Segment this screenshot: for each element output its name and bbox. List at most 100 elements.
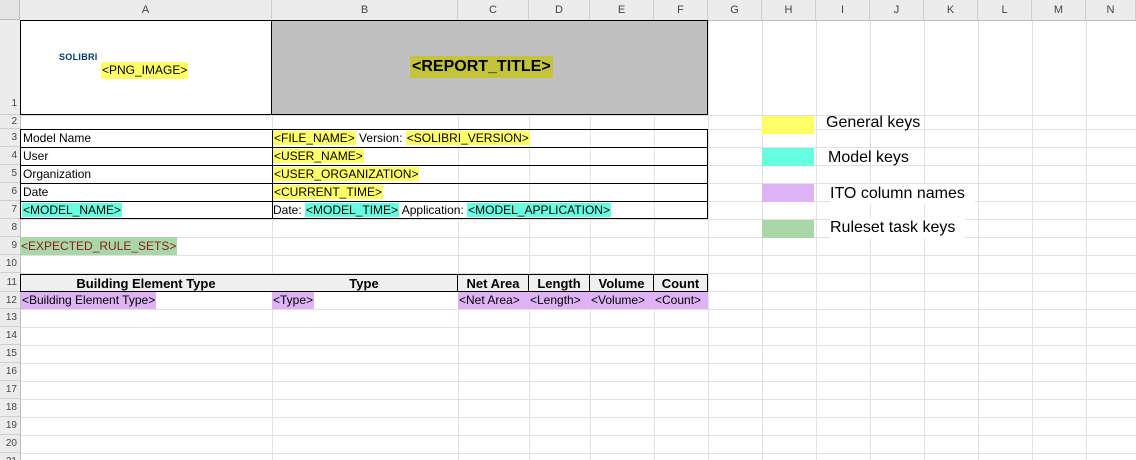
ito-header-net-area[interactable]: Net Area (458, 274, 529, 292)
version-label: Version: (359, 131, 403, 145)
model-name-key: <MODEL_NAME> (22, 203, 123, 217)
png-image-key: <PNG_IMAGE> (101, 62, 189, 79)
column-header-h[interactable]: H (762, 0, 816, 20)
ito-header-volume[interactable]: Volume (590, 274, 654, 292)
volume-key[interactable]: <Volume> (590, 292, 654, 309)
select-all-corner[interactable] (0, 0, 20, 20)
count-key[interactable]: <Count> (654, 292, 708, 309)
gridline-horizontal (0, 309, 1136, 310)
building-element-type-key[interactable]: <Building Element Type> (21, 292, 157, 309)
column-header-n[interactable]: N (1086, 0, 1136, 20)
gridline-vertical (708, 0, 709, 460)
model-time-key: <MODEL_TIME> (305, 203, 400, 217)
column-header-j[interactable]: J (870, 0, 924, 20)
info-row-model[interactable]: <MODEL_NAME> Date: <MODEL_TIME> Applicat… (21, 202, 707, 220)
date2-label: Date: (273, 203, 302, 217)
expected-rule-sets-cell[interactable]: <EXPECTED_RULE_SETS> (20, 237, 178, 255)
legend-label-model: Model keys (828, 149, 909, 166)
column-header-i[interactable]: I (816, 0, 870, 20)
column-header-d[interactable]: D (529, 0, 590, 20)
row-header-19[interactable]: 19 (0, 417, 20, 435)
legend-swatch-ito (762, 184, 814, 202)
legend-swatch-ruleset (762, 220, 814, 238)
column-header-k[interactable]: K (924, 0, 978, 20)
solibri-logo: SOLIBRI (59, 52, 98, 62)
ito-header-count[interactable]: Count (654, 274, 708, 292)
row-header-14[interactable]: 14 (0, 327, 20, 345)
length-key[interactable]: <Length> (529, 292, 590, 309)
row-header-6[interactable]: 6 (0, 183, 20, 201)
gridline-horizontal (0, 255, 1136, 256)
column-header-m[interactable]: M (1032, 0, 1086, 20)
row-header-4[interactable]: 4 (0, 147, 20, 165)
model-info-table: Model Name <FILE_NAME> Version: <SOLIBRI… (20, 129, 708, 219)
info-row-date[interactable]: Date <CURRENT_TIME> (21, 184, 707, 202)
row-header-bar: 1 2 3 4 5 6 7 8 9 10 11 12 13 14 15 16 1… (0, 20, 21, 460)
row-header-17[interactable]: 17 (0, 381, 20, 399)
gridline-horizontal (0, 345, 1136, 346)
report-title-cell[interactable]: <REPORT_TITLE> (271, 20, 708, 115)
column-header-g[interactable]: G (708, 0, 762, 20)
gridline-horizontal (0, 115, 1136, 116)
gridline-horizontal (0, 363, 1136, 364)
user-name-key: <USER_NAME> (273, 149, 364, 163)
gridline-vertical (816, 0, 817, 460)
type-key[interactable]: <Type> (272, 292, 315, 309)
logo-cell[interactable]: SOLIBRI <PNG_IMAGE> (20, 20, 272, 115)
legend-label-ito: ITO column names (830, 184, 975, 204)
column-header-e[interactable]: E (590, 0, 654, 20)
current-time-key: <CURRENT_TIME> (273, 185, 384, 199)
row-header-20[interactable]: 20 (0, 435, 20, 453)
ito-header-building-element-type[interactable]: Building Element Type (20, 274, 272, 292)
row-header-13[interactable]: 13 (0, 309, 20, 327)
model-name-label: Model Name (23, 131, 92, 145)
column-header-f[interactable]: F (654, 0, 708, 20)
user-organization-key: <USER_ORGANIZATION> (273, 167, 420, 181)
gridline-vertical (978, 0, 979, 460)
row-header-9[interactable]: 9 (0, 237, 20, 255)
ito-header-length[interactable]: Length (529, 274, 590, 292)
solibri-version-key: <SOLIBRI_VERSION> (405, 131, 530, 145)
row-header-3[interactable]: 3 (0, 129, 20, 147)
file-name-key: <FILE_NAME> (273, 131, 356, 145)
legend-label-ruleset: Ruleset task keys (830, 218, 966, 238)
gridline-horizontal (0, 399, 1136, 400)
info-row-model-name[interactable]: Model Name <FILE_NAME> Version: <SOLIBRI… (21, 130, 707, 148)
row-header-12[interactable]: 12 (0, 292, 20, 309)
row-header-11[interactable]: 11 (0, 273, 20, 292)
column-header-bar: A B C D E F G H I J K L M N (20, 0, 1136, 21)
date-label: Date (23, 185, 49, 199)
gridline-horizontal (0, 453, 1136, 454)
report-title-key: <REPORT_TITLE> (410, 56, 553, 78)
row-header-1[interactable]: 1 (0, 20, 20, 115)
net-area-key[interactable]: <Net Area> (458, 292, 529, 309)
column-header-c[interactable]: C (458, 0, 529, 20)
row-header-18[interactable]: 18 (0, 399, 20, 417)
row-header-8[interactable]: 8 (0, 219, 20, 237)
row-header-21[interactable]: 21 (0, 453, 20, 460)
legend-label-general: General keys (826, 114, 921, 131)
gridline-vertical (1086, 0, 1087, 460)
row-header-10[interactable]: 10 (0, 255, 20, 273)
gridline-vertical (1032, 0, 1033, 460)
row-header-15[interactable]: 15 (0, 345, 20, 363)
model-application-key: <MODEL_APPLICATION> (467, 203, 611, 217)
application-label: Application: (401, 203, 464, 217)
info-row-organization[interactable]: Organization <USER_ORGANIZATION> (21, 166, 707, 184)
info-row-user[interactable]: User <USER_NAME> (21, 148, 707, 166)
row-header-7[interactable]: 7 (0, 201, 20, 219)
row-header-16[interactable]: 16 (0, 363, 20, 381)
column-header-a[interactable]: A (20, 0, 272, 20)
gridline-horizontal (0, 417, 1136, 418)
legend-swatch-general (762, 116, 814, 134)
column-header-l[interactable]: L (978, 0, 1032, 20)
gridline-horizontal (0, 327, 1136, 328)
ito-header-type[interactable]: Type (271, 274, 458, 292)
legend-swatch-model (762, 148, 814, 166)
row-header-2[interactable]: 2 (0, 115, 20, 129)
row-header-5[interactable]: 5 (0, 165, 20, 183)
column-header-b[interactable]: B (272, 0, 458, 20)
user-label: User (23, 149, 49, 163)
gridline-horizontal (0, 381, 1136, 382)
expected-rule-sets-key: <EXPECTED_RULE_SETS> (20, 237, 178, 255)
